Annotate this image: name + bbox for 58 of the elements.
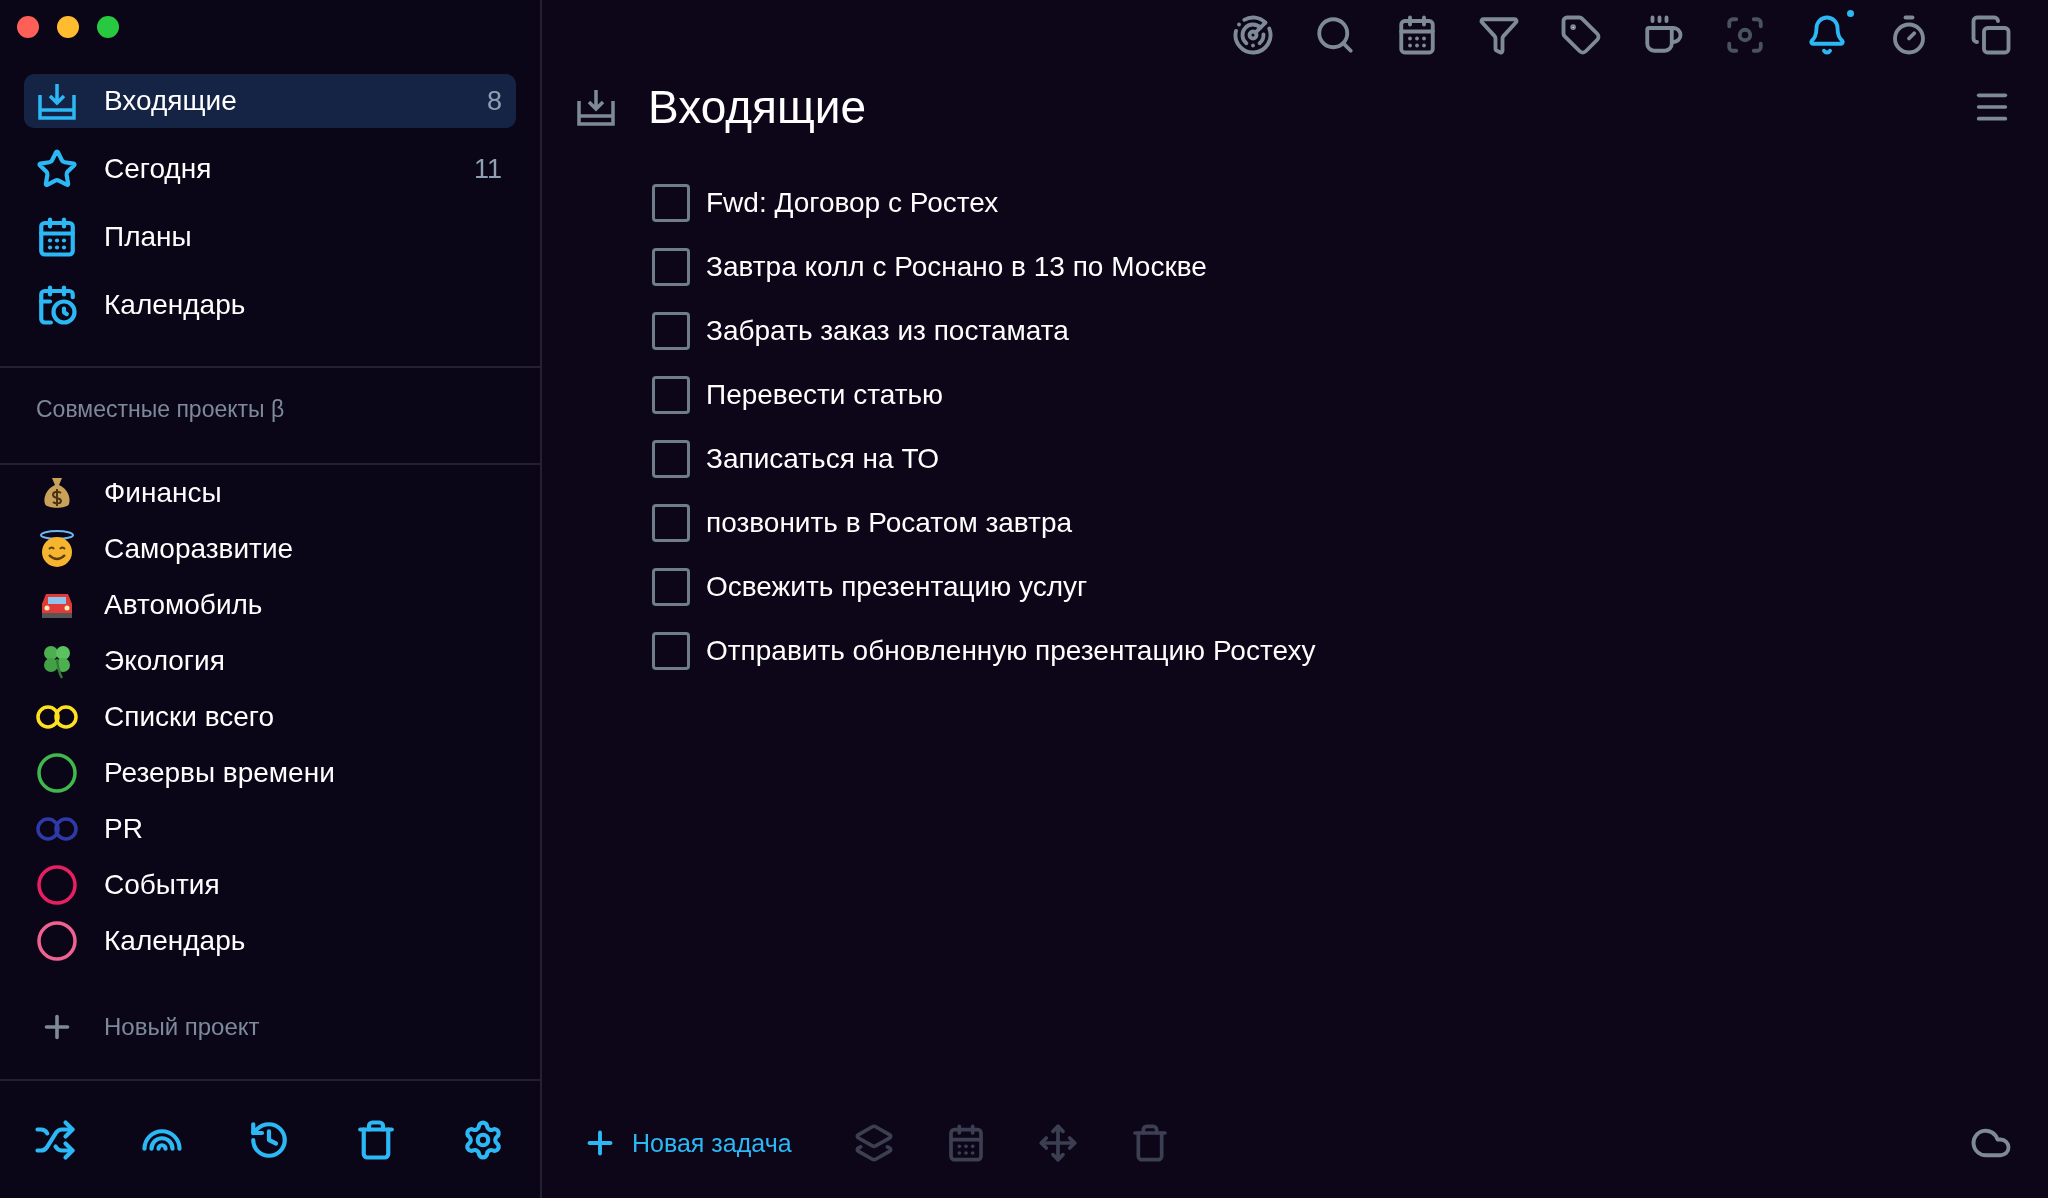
task-checkbox[interactable] bbox=[652, 631, 690, 670]
window-control-button[interactable] bbox=[57, 16, 79, 38]
task-checkbox[interactable] bbox=[652, 183, 690, 222]
nav-label: Сегодня bbox=[104, 153, 213, 185]
sidebar-nav-item[interactable]: Календарь bbox=[24, 278, 516, 332]
project-item[interactable]: Резервы времени bbox=[104, 757, 335, 789]
calendar-icon bbox=[36, 216, 78, 258]
inbox-tray-icon bbox=[576, 87, 616, 127]
tag-icon[interactable] bbox=[1560, 14, 1602, 56]
project-item[interactable]: События bbox=[104, 869, 220, 901]
project-item[interactable]: Календарь bbox=[104, 925, 246, 957]
section-title: Совместные проекты β bbox=[36, 396, 285, 422]
page-title: Входящие bbox=[648, 80, 868, 134]
task-title[interactable]: Перевести статью bbox=[706, 378, 944, 411]
filter-icon[interactable] bbox=[1478, 14, 1520, 56]
task-title[interactable]: Забрать заказ из постамата bbox=[706, 314, 1069, 347]
project-item[interactable]: Финансы bbox=[104, 477, 222, 509]
inbox-tray-icon bbox=[37, 81, 77, 121]
project-item[interactable]: PR bbox=[104, 813, 143, 845]
radar-icon[interactable] bbox=[1232, 14, 1274, 56]
nav-label: Входящие bbox=[104, 85, 238, 117]
task-title[interactable]: позвонить в Росатом завтра bbox=[706, 506, 1073, 539]
calendar-clock-icon bbox=[36, 284, 78, 326]
task-title[interactable]: Завтра колл с Роснано в 13 по Москве bbox=[706, 250, 1207, 283]
window-control-button[interactable] bbox=[17, 16, 39, 38]
new-project-link[interactable]: Новый проект bbox=[104, 1013, 260, 1041]
item-count: 8 bbox=[486, 85, 502, 117]
project-item[interactable]: Экология bbox=[104, 645, 225, 677]
window-control-button[interactable] bbox=[97, 16, 119, 38]
star-icon bbox=[36, 148, 78, 190]
money-bag-icon bbox=[42, 476, 72, 510]
search-icon[interactable] bbox=[1314, 14, 1356, 56]
bell-icon[interactable] bbox=[1806, 14, 1848, 56]
smiling-face-icon bbox=[39, 530, 75, 568]
new-task-button[interactable]: Новая задача bbox=[582, 1125, 792, 1161]
coffee-cup-icon[interactable] bbox=[1642, 14, 1684, 56]
sidebar-nav-item[interactable]: Сегодня 11 bbox=[24, 142, 516, 196]
nav-label: Планы bbox=[104, 221, 193, 253]
task-title[interactable]: Записаться на ТО bbox=[706, 442, 940, 475]
task-checkbox[interactable] bbox=[652, 375, 690, 414]
task-title[interactable]: Fwd: Договор с Ростех bbox=[706, 186, 999, 219]
project-item[interactable]: Автомобиль bbox=[104, 589, 263, 621]
task-title[interactable]: Освежить презентацию услуг bbox=[706, 570, 1088, 603]
notification-dot bbox=[1847, 10, 1854, 17]
task-title[interactable]: Отправить обновленную презентацию Ростеху bbox=[706, 634, 1316, 667]
task-checkbox[interactable] bbox=[652, 311, 690, 350]
calendar-icon[interactable] bbox=[1396, 14, 1438, 56]
task-checkbox[interactable] bbox=[652, 503, 690, 542]
task-checkbox[interactable] bbox=[652, 247, 690, 286]
sidebar-nav-item[interactable]: Планы bbox=[24, 210, 516, 264]
nav-label: Календарь bbox=[104, 289, 247, 321]
copy-icon[interactable] bbox=[1970, 14, 2012, 56]
task-checkbox[interactable] bbox=[652, 439, 690, 478]
task-checkbox[interactable] bbox=[652, 567, 690, 606]
item-count: 11 bbox=[473, 153, 502, 185]
project-item[interactable]: Списки всего bbox=[104, 701, 274, 733]
sidebar-nav-item[interactable]: Входящие 8 bbox=[24, 74, 516, 128]
project-item[interactable]: Саморазвитие bbox=[104, 533, 294, 565]
